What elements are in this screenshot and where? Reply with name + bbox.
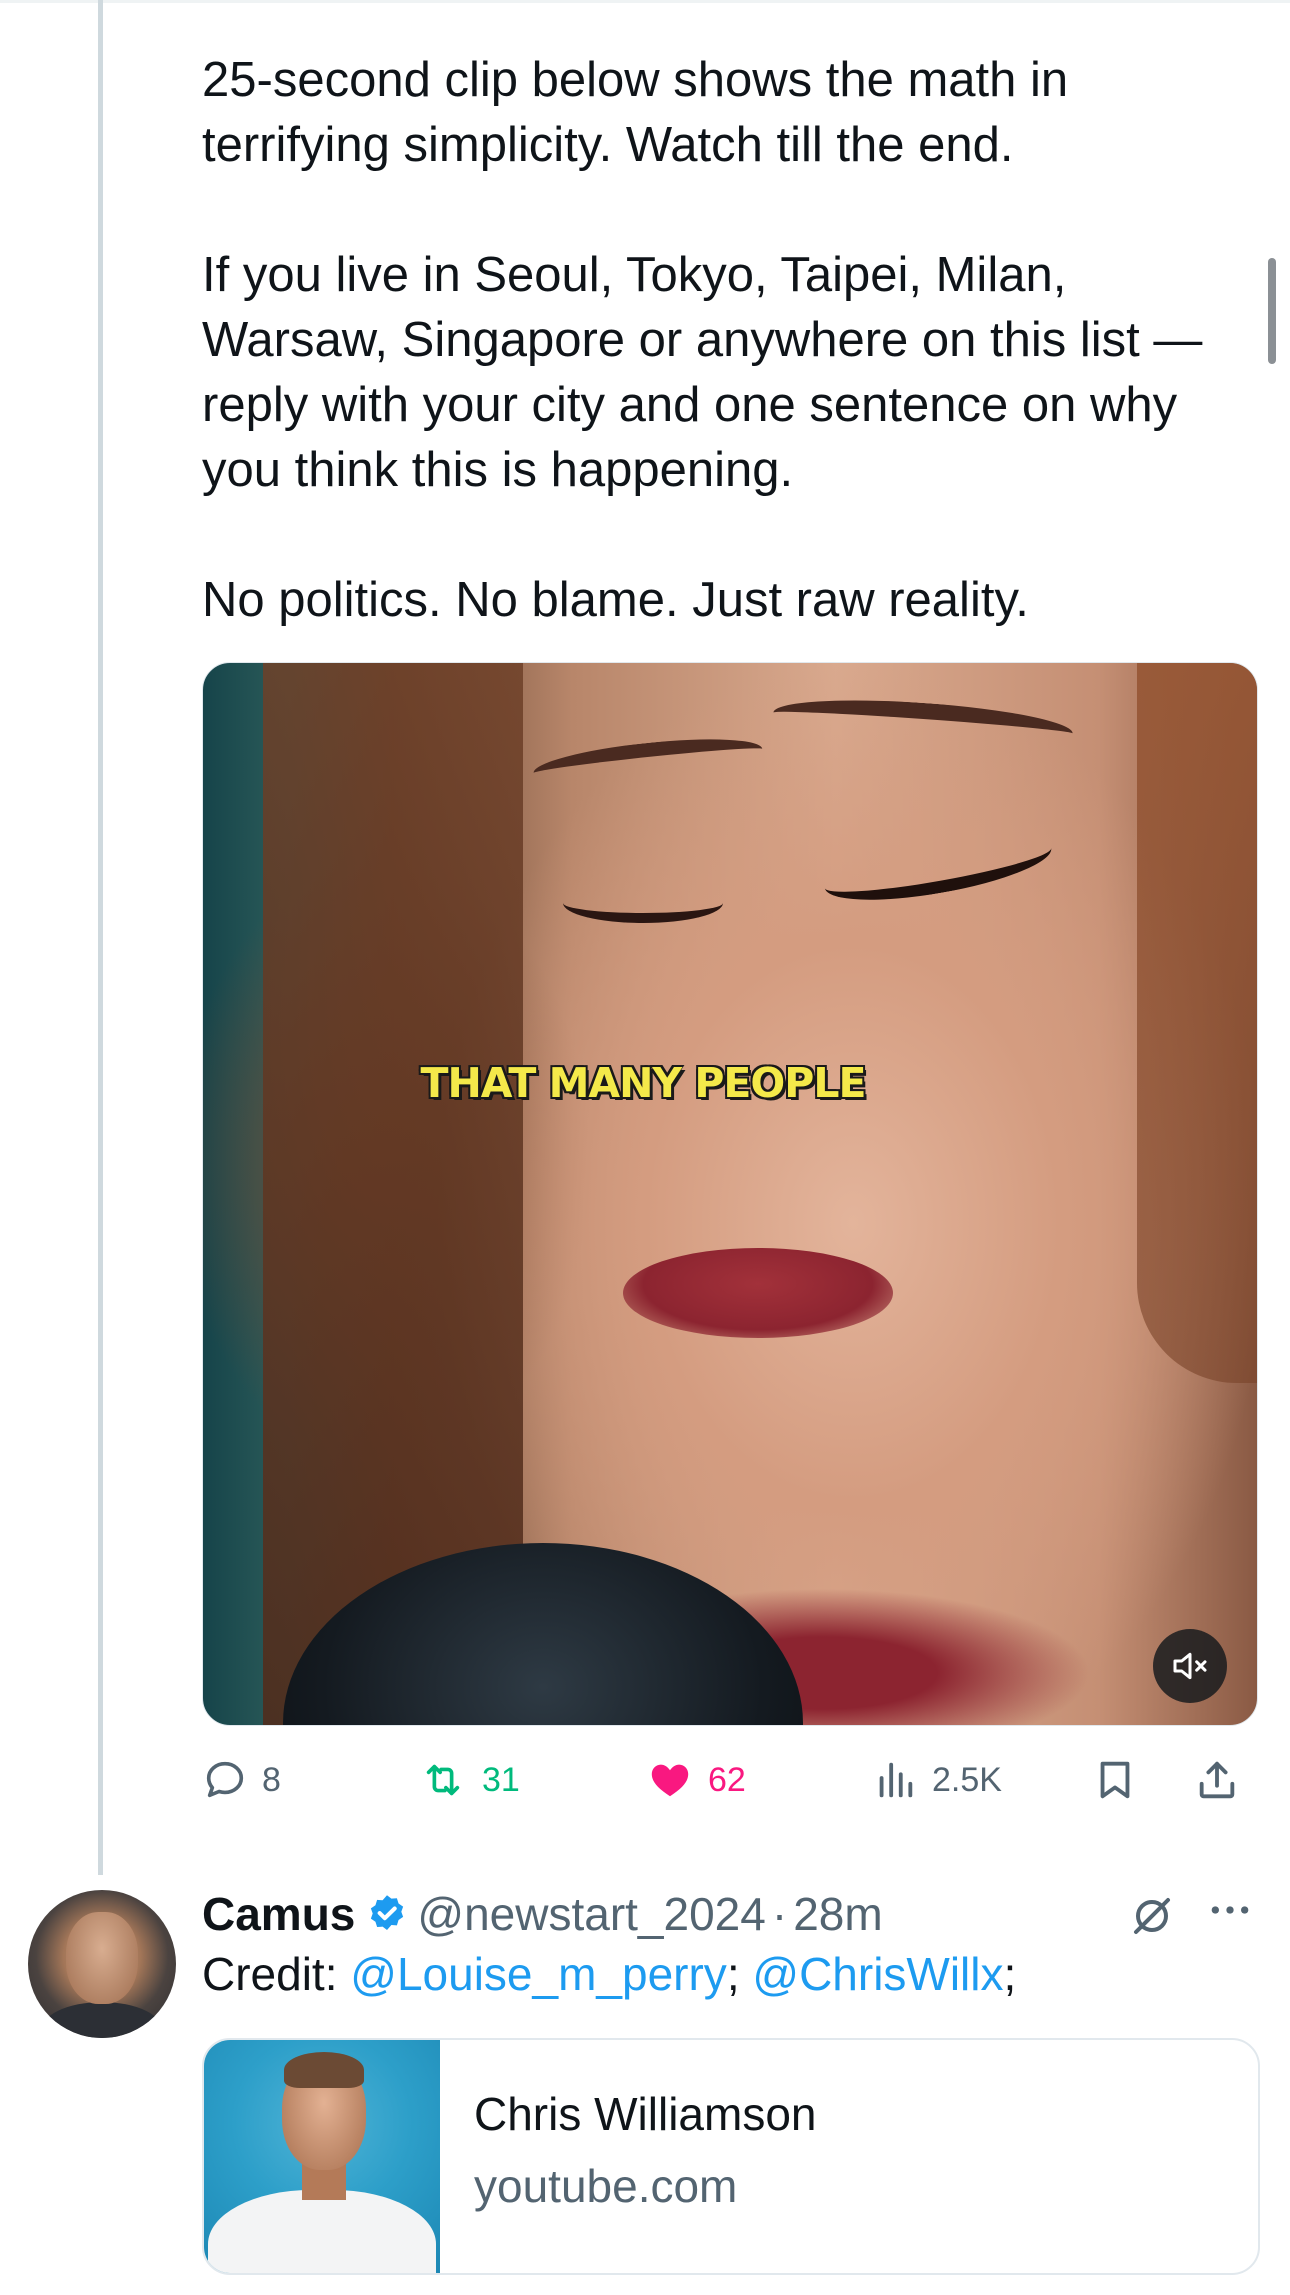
separator-dot: · — [771, 1888, 788, 1940]
mention-link[interactable]: @Louise_m_perry — [350, 1948, 727, 2000]
tweet-actions-bar: 8 31 62 2.5K — [202, 1752, 1268, 1808]
views-button[interactable]: 2.5K — [872, 1752, 1002, 1808]
reply-text: Credit: @Louise_m_perry; @ChrisWillx; — [202, 1944, 1016, 2004]
video-frame-eye — [820, 823, 1056, 913]
scrollbar[interactable] — [1268, 258, 1276, 364]
thumbnail-shirt — [208, 2190, 436, 2273]
video-frame-brow — [771, 692, 1075, 754]
more-icon[interactable] — [1208, 1900, 1252, 1925]
grok-icon[interactable] — [1128, 1892, 1176, 1945]
mute-button[interactable] — [1153, 1629, 1227, 1703]
author-name[interactable]: Camus — [202, 1887, 355, 1941]
bookmark-button[interactable] — [1092, 1752, 1138, 1808]
tweet-paragraph: No politics. No blame. Just raw reality. — [202, 573, 1029, 627]
reply-header: Camus @newstart_2024 · 28m — [202, 1886, 883, 1942]
video-frame-eye — [563, 883, 723, 923]
tweet-paragraph: If you live in Seoul, Tokyo, Taipei, Mil… — [202, 248, 1203, 497]
repost-count: 31 — [482, 1760, 520, 1799]
timestamp[interactable]: 28m — [793, 1887, 882, 1941]
reply-tweet[interactable]: Camus @newstart_2024 · 28m Credit: @Loui… — [0, 1880, 1290, 2295]
tweet-paragraph: 25-second clip below shows the math in t… — [202, 53, 1069, 172]
video-frame-brow — [531, 731, 765, 791]
reply-button[interactable]: 8 — [202, 1752, 281, 1808]
thumbnail-hair — [284, 2052, 364, 2088]
video-caption: THAT MANY PEOPLE — [420, 1059, 867, 1107]
views-icon — [879, 1762, 913, 1798]
card-title: Chris Williamson — [474, 2088, 817, 2140]
thread-connector-line — [98, 0, 103, 1875]
like-button[interactable]: 62 — [646, 1752, 746, 1808]
video-frame-hair — [1137, 663, 1257, 1383]
mention-link[interactable]: @ChrisWillx — [752, 1948, 1003, 2000]
reply-text-separator: ; — [726, 1948, 753, 2000]
heart-icon — [651, 1764, 689, 1797]
reply-icon — [206, 1761, 244, 1798]
avatar-shirt — [40, 2002, 164, 2038]
reply-text-suffix: ; — [1003, 1948, 1017, 2000]
share-button[interactable] — [1194, 1752, 1240, 1808]
avatar-face — [66, 1912, 138, 2004]
reply-text-prefix: Credit: — [202, 1948, 351, 2000]
share-icon — [1199, 1761, 1235, 1799]
views-count: 2.5K — [932, 1760, 1002, 1799]
repost-button[interactable]: 31 — [418, 1752, 520, 1808]
top-divider — [0, 0, 1290, 3]
tweet-video[interactable]: THAT MANY PEOPLE — [202, 662, 1258, 1726]
verified-badge-icon — [365, 1892, 409, 1936]
bookmark-icon — [1100, 1761, 1130, 1799]
muted-speaker-icon — [1173, 1652, 1207, 1680]
reply-count: 8 — [262, 1760, 281, 1799]
like-count: 62 — [708, 1760, 746, 1799]
link-card[interactable]: Chris Williamson youtube.com — [202, 2038, 1260, 2275]
card-thumbnail — [204, 2040, 440, 2273]
video-frame-lips — [623, 1248, 893, 1338]
retweet-icon — [426, 1764, 460, 1796]
author-handle[interactable]: @newstart_2024 — [417, 1887, 765, 1941]
card-body: Chris Williamson youtube.com — [474, 2084, 816, 2216]
card-domain: youtube.com — [474, 2160, 738, 2212]
tweet-text: 25-second clip below shows the math in t… — [202, 48, 1262, 633]
avatar[interactable] — [28, 1890, 176, 2038]
